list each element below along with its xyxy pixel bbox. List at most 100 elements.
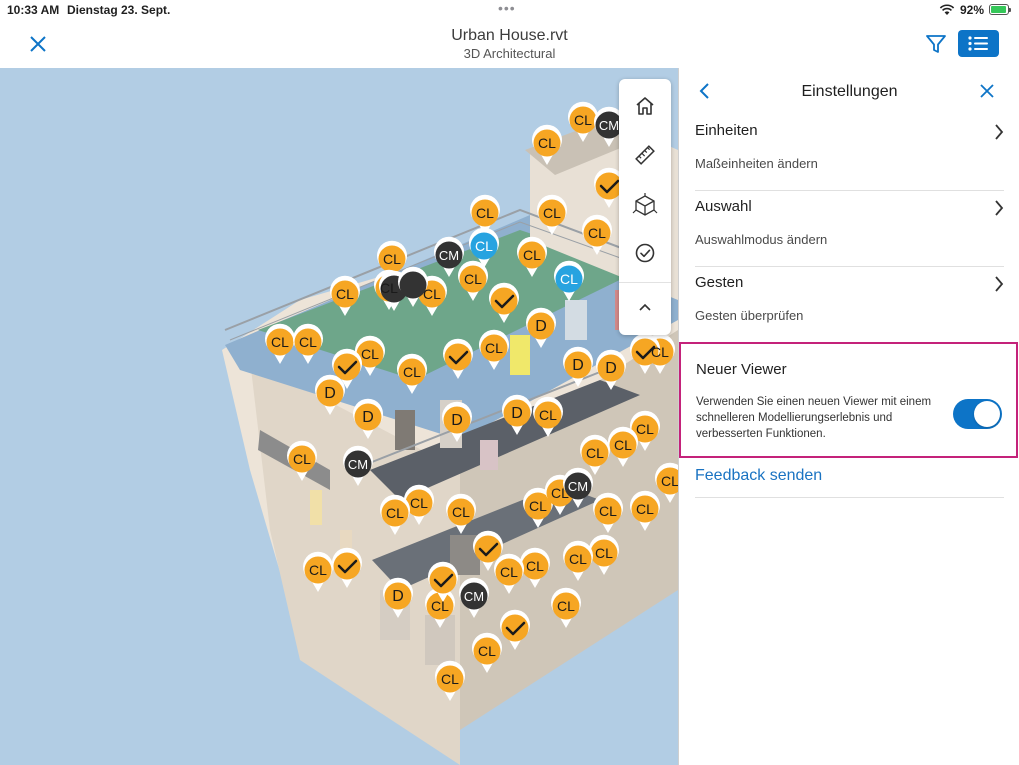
battery-percentage: 92% <box>960 3 985 17</box>
pin-label: CL <box>661 473 678 489</box>
pin-label: CM <box>599 118 619 133</box>
pin-label: CL <box>595 545 613 561</box>
building-model[interactable]: CL CL CL CL CL CL CL CL CL CL CL CL CL C… <box>0 68 678 765</box>
pin-label: CL <box>574 112 592 128</box>
row-label: Auswahl <box>695 198 752 215</box>
send-feedback-link[interactable]: Feedback senden <box>695 467 822 485</box>
pin-label: CL <box>636 421 654 437</box>
panel-title: Einstellungen <box>801 83 898 100</box>
pin-label: D <box>451 412 463 429</box>
pin-label: CL <box>386 505 404 521</box>
pin-label: CL <box>476 205 494 221</box>
pin-label: CM <box>439 248 459 263</box>
pin-label: D <box>392 588 404 605</box>
pin-label: CL <box>538 135 556 151</box>
collapse-toolbar-button[interactable] <box>619 285 671 331</box>
pin-label: CL <box>452 504 470 520</box>
settings-row-einheiten[interactable]: Einheiten Maßeinheiten ändern <box>695 114 1004 191</box>
app-header: Urban House.rvt 3D Architectural <box>0 22 1019 69</box>
pin-label: CM <box>348 457 368 472</box>
pin-label: CL <box>526 558 544 574</box>
pin-label: CL <box>569 551 587 567</box>
pin-label: CL <box>485 340 503 356</box>
divider <box>695 497 1004 498</box>
file-subtitle: 3D Architectural <box>463 46 556 61</box>
status-bar: 10:33 AM Dienstag 23. Sept. ••• 92% <box>0 0 1019 22</box>
model-browser-button[interactable] <box>619 182 671 228</box>
pin-label: CL <box>588 225 606 241</box>
pin-label: CM <box>464 589 484 604</box>
file-title: Urban House.rvt <box>451 27 568 44</box>
pin-label: CL <box>586 445 604 461</box>
pin-label: CM <box>568 479 588 494</box>
pin-label: CL <box>410 495 428 511</box>
pin-label: CL <box>599 503 617 519</box>
chevron-right-icon <box>995 124 1004 140</box>
chevron-right-icon <box>995 276 1004 292</box>
pin-label: CL <box>423 286 441 302</box>
list-icon <box>968 36 988 51</box>
pin-label: CL <box>478 643 496 659</box>
pin-label: CL <box>614 437 632 453</box>
pin-label: D <box>605 360 617 377</box>
pin-label: CL <box>271 334 289 350</box>
pin-label: CL <box>475 238 493 254</box>
pin-label: CL <box>543 205 561 221</box>
settings-row-gesten[interactable]: Gesten Gesten überprüfen <box>695 266 1004 342</box>
pin-label: CL <box>361 346 379 362</box>
new-viewer-section: Neuer Viewer Verwenden Sie einen neuen V… <box>679 342 1018 458</box>
pin-label: CL <box>557 598 575 614</box>
row-description: Auswahlmodus ändern <box>695 232 828 247</box>
panel-close-icon[interactable] <box>979 83 995 99</box>
status-date: Dienstag 23. Sept. <box>67 3 171 17</box>
row-label: Gesten <box>695 274 744 291</box>
settings-row-auswahl[interactable]: Auswahl Auswahlmodus ändern <box>695 190 1004 267</box>
viewer-toolbar <box>619 79 671 335</box>
battery-icon <box>989 4 1011 15</box>
pin-label: D <box>535 318 547 335</box>
pin-label: D <box>511 405 523 422</box>
pin-label: CL <box>380 280 398 296</box>
wifi-icon <box>939 4 955 15</box>
pin-label: CL <box>464 271 482 287</box>
new-viewer-description: Verwenden Sie einen neuen Viewer mit ein… <box>696 396 932 440</box>
pin-label: CL <box>431 598 449 614</box>
pin-label: CL <box>539 407 557 423</box>
pin-label: CL <box>551 485 569 501</box>
model-cube-icon <box>632 193 658 216</box>
issues-button[interactable] <box>619 230 671 276</box>
filter-icon[interactable] <box>925 33 947 55</box>
pin-label: D <box>572 357 584 374</box>
row-description: Gesten überprüfen <box>695 308 804 323</box>
model-viewer[interactable]: CL CL CL CL CL CL CL CL CL CL CL CL CL C… <box>0 68 678 765</box>
new-viewer-title: Neuer Viewer <box>696 361 787 378</box>
pin-label: CL <box>403 364 421 380</box>
row-label: Einheiten <box>695 122 758 139</box>
new-viewer-toggle[interactable] <box>953 399 1002 429</box>
status-time: 10:33 AM <box>7 3 60 17</box>
home-icon <box>636 97 654 115</box>
pin-label: D <box>362 409 374 426</box>
pin-label: CL <box>500 564 518 580</box>
pin-label: D <box>324 385 336 402</box>
pin-label: CL <box>293 451 311 467</box>
chevron-up-icon <box>639 303 651 311</box>
measure-button[interactable] <box>619 132 671 178</box>
checkmark-circle-icon <box>635 243 655 263</box>
toolbar-divider <box>619 282 671 283</box>
home-button[interactable] <box>619 83 671 129</box>
pin-label: CL <box>299 334 317 350</box>
pin-label: CL <box>441 671 459 687</box>
pin-label: CL <box>523 247 541 263</box>
list-view-button[interactable] <box>958 30 999 57</box>
pin-label: CL <box>383 251 401 267</box>
measure-icon <box>635 145 655 165</box>
pin-label: CL <box>336 286 354 302</box>
row-description: Maßeinheiten ändern <box>695 156 818 171</box>
multitasking-dots-icon[interactable]: ••• <box>498 1 516 15</box>
toggle-knob <box>974 401 1000 427</box>
pin-label: CL <box>529 498 547 514</box>
chevron-right-icon <box>995 200 1004 216</box>
pin-label: CL <box>636 501 654 517</box>
pin-label: CL <box>309 562 327 578</box>
